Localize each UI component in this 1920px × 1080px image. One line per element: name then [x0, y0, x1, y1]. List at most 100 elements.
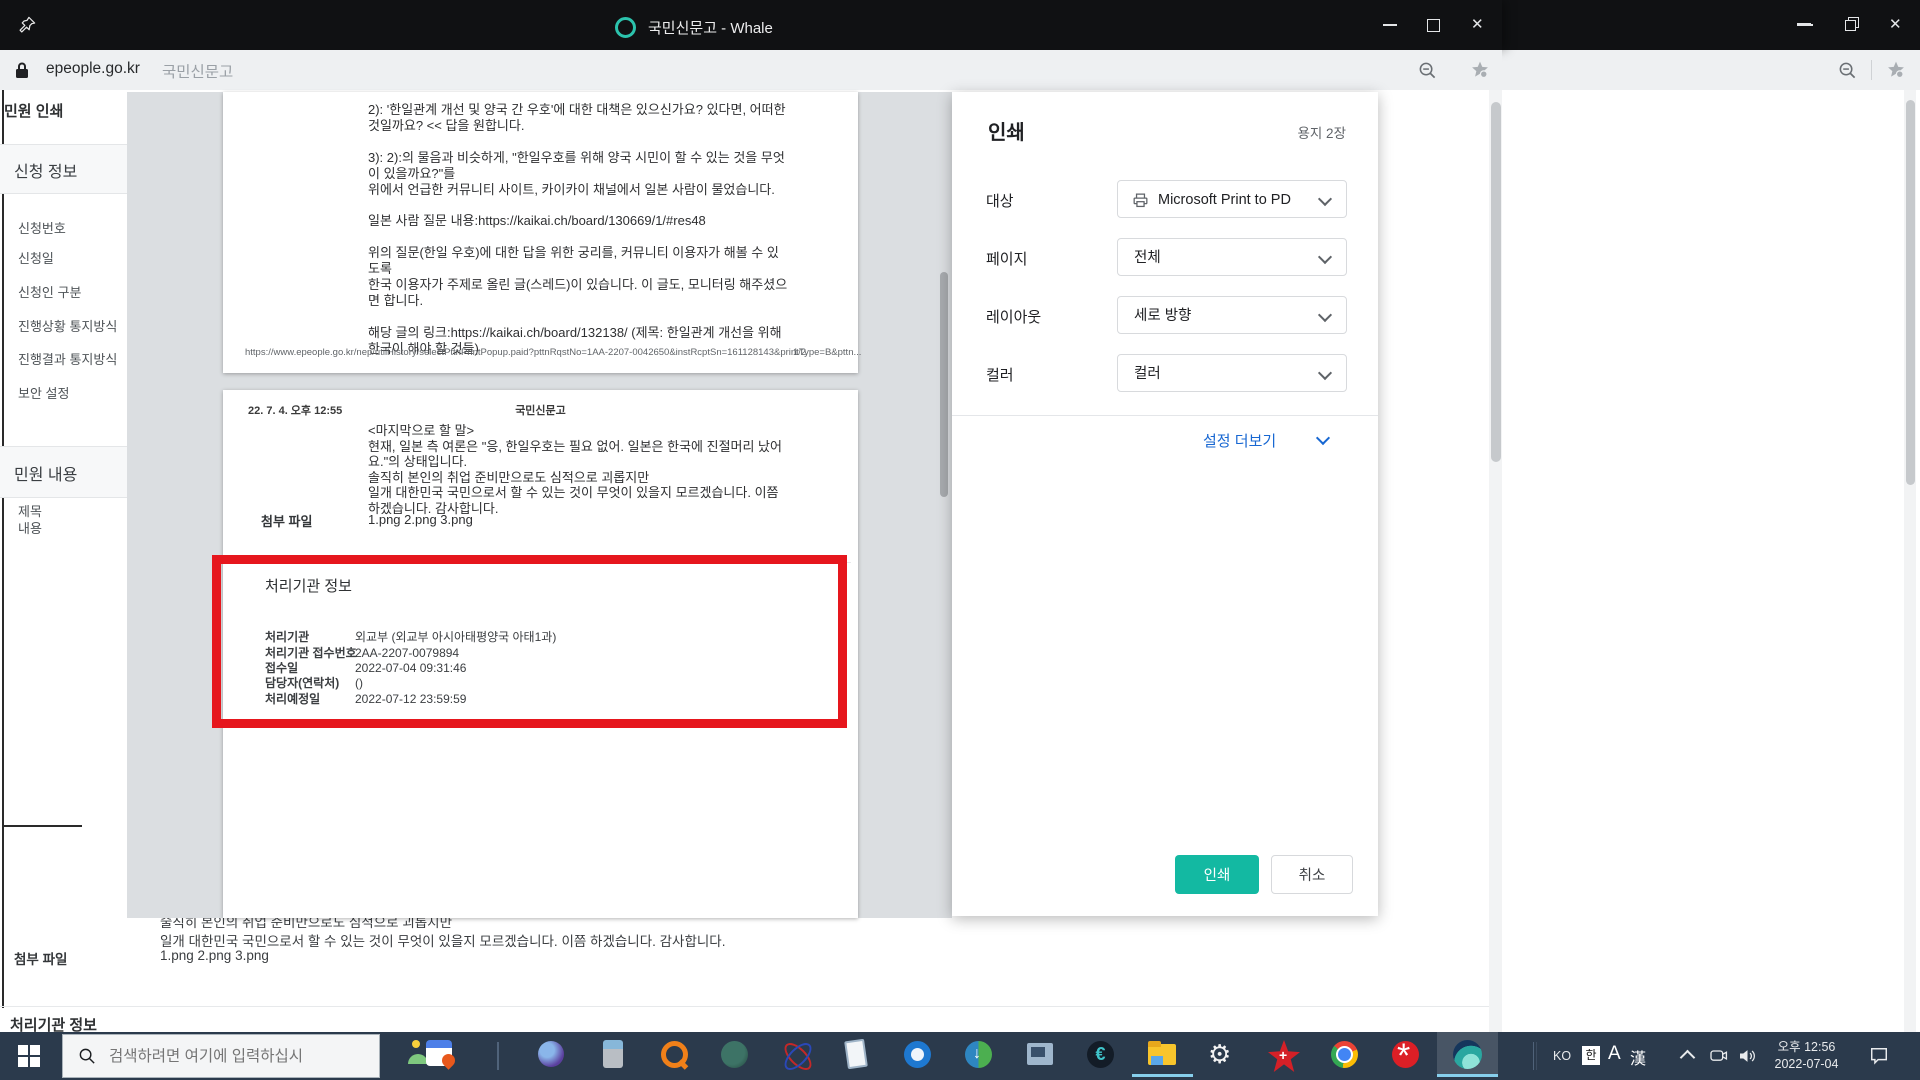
taskbar-app-blue-circle[interactable]	[888, 1032, 949, 1077]
tray-chevron-up-icon[interactable]	[1679, 1049, 1696, 1066]
taskbar-app-file-explorer[interactable]	[1132, 1032, 1193, 1077]
more-settings-label: 설정 더보기	[1203, 433, 1277, 450]
widget-hill-icon	[408, 1054, 428, 1064]
settings-gear-icon: ⚙	[1208, 1039, 1232, 1069]
destination-value: Microsoft Print to PD	[1158, 192, 1291, 208]
maximize-button[interactable]	[1427, 19, 1440, 32]
taskbar-app-red-star[interactable]: +	[1254, 1032, 1315, 1077]
file-explorer-icon	[1151, 1056, 1163, 1065]
preview-line: 일개 대한민국 국민으로서 할 수 있는 것이 무엇이 있을지 모르겠습니다. …	[368, 485, 779, 501]
zoom-out-icon[interactable]	[1838, 61, 1857, 80]
chevron-down-icon	[1315, 430, 1331, 446]
section-title-application-info: 신청 정보	[14, 164, 78, 181]
lock-icon	[16, 62, 28, 78]
preview-scrollbar-thumb[interactable]	[940, 272, 948, 497]
taskbar-app-atom[interactable]	[766, 1032, 827, 1077]
back-window-scrollbar[interactable]	[1904, 90, 1916, 1032]
front-window-scrollbar[interactable]	[1489, 90, 1502, 1032]
news-widget-button[interactable]	[408, 1038, 464, 1074]
tray-ime-hangul[interactable]: 한	[1582, 1046, 1600, 1065]
taskbar-app-editor[interactable]	[1010, 1032, 1071, 1077]
sidebar-item-content: 내용	[18, 521, 42, 536]
preview-line: 것일까요? << 답을 원합니다.	[368, 117, 525, 133]
preview-page2-text: <마지막으로 할 말> 현재, 일본 측 여론은 "응, 한일우호는 필요 없어…	[368, 423, 848, 517]
back-minimize-button[interactable]	[1797, 23, 1811, 26]
color-select[interactable]: 컬러	[1117, 354, 1347, 392]
zoom-out-icon[interactable]	[1418, 61, 1437, 80]
bookmark-whale-star-icon[interactable]	[1470, 60, 1490, 80]
notification-center-icon[interactable]	[1868, 1046, 1890, 1066]
taskbar-app-disc-burner[interactable]	[522, 1032, 583, 1077]
preview-attachment-files: 1.png 2.png 3.png	[368, 512, 473, 527]
bookmark-whale-star-icon[interactable]	[1886, 60, 1906, 80]
urlbar-domain[interactable]: epeople.go.kr	[46, 60, 140, 78]
taskbar-app-search-tool[interactable]	[644, 1032, 705, 1077]
preview-line: 요."의 상태입니다.	[368, 454, 468, 470]
whale-logo-icon	[615, 17, 636, 38]
windows-logo-icon	[18, 1045, 28, 1055]
preview-line: 솔직히 본인의 취업 준비만으로도 심적으로 괴롭지만	[368, 469, 650, 485]
chrome-icon	[1336, 1046, 1353, 1063]
back-scrollbar-thumb[interactable]	[1905, 100, 1915, 485]
close-button[interactable]: ✕	[1471, 17, 1484, 32]
sheet-count: 용지 2장	[1297, 126, 1346, 141]
taskbar-app-settings[interactable]: ⚙	[1193, 1032, 1254, 1077]
taskbar-app-download-manager[interactable]: ↓	[949, 1032, 1010, 1077]
front-scrollbar-thumb[interactable]	[1490, 102, 1501, 462]
red-annotation-box	[212, 555, 847, 728]
taskbar-app-chrome[interactable]	[1315, 1032, 1376, 1077]
taskbar-search[interactable]	[62, 1034, 380, 1078]
calculator-icon	[603, 1040, 623, 1068]
preview-footer-page-number: 1/2	[793, 347, 807, 358]
chevron-down-icon	[1317, 249, 1333, 265]
preview-line	[368, 134, 848, 150]
taskbar-app-whale-browser-active[interactable]	[1437, 1032, 1498, 1077]
preview-line: 위에서 언급한 커뮤니티 사이트, 카이카이 채널에서 일본 사람이 물었습니다…	[368, 181, 775, 197]
blue-circle-app-icon	[911, 1048, 924, 1061]
divider	[0, 1006, 1489, 1007]
preview-line: 3): 2):의 물음과 비슷하게, "한일우호를 위해 양국 시민이 할 수 …	[368, 149, 785, 165]
tray-ime-alpha[interactable]: A	[1608, 1043, 1621, 1065]
more-settings-link[interactable]: 설정 더보기	[1203, 430, 1331, 451]
file-explorer-icon	[1148, 1041, 1161, 1047]
search-input[interactable]	[107, 1041, 371, 1073]
tray-divider	[1536, 1042, 1537, 1070]
chevron-down-icon	[1317, 191, 1333, 207]
color-value: 컬러	[1134, 366, 1161, 382]
tray-clock[interactable]: 오후 12:56 2022-07-04	[1765, 1038, 1848, 1073]
pin-icon[interactable]	[18, 15, 37, 34]
front-urlbar[interactable]: epeople.go.kr 국민신문고	[0, 50, 1502, 91]
preview-line: 일본 사람 질문 내용:https://kaikai.ch/board/1306…	[368, 213, 706, 229]
back-close-button[interactable]: ✕	[1889, 17, 1902, 32]
destination-select[interactable]: Microsoft Print to PD	[1117, 180, 1347, 218]
cancel-button[interactable]: 취소	[1271, 855, 1353, 894]
tray-ime-lang[interactable]: KO	[1553, 1049, 1571, 1063]
taskbar-app-red-asterisk[interactable]: *	[1376, 1032, 1437, 1077]
start-button[interactable]	[0, 1032, 58, 1080]
page-bottom-line: 일개 대한민국 국민으로서 할 수 있는 것이 무엇이 있을지 모르겠습니다. …	[160, 934, 726, 949]
preview-attachment-label: 첨부 파일	[261, 514, 313, 529]
disc-burner-icon	[538, 1041, 564, 1067]
taskbar-app-notepad[interactable]	[827, 1032, 888, 1077]
preview-line: 면 합니다.	[368, 292, 424, 308]
tray-capture-icon[interactable]	[1708, 1046, 1729, 1066]
layout-value: 세로 방향	[1134, 308, 1192, 324]
toolbar-divider	[1871, 60, 1872, 80]
preview-line	[368, 309, 848, 325]
taskbar-app-globe[interactable]	[705, 1032, 766, 1077]
back-window-toolbar	[1502, 50, 1920, 91]
taskbar-app-calculator[interactable]	[583, 1032, 644, 1077]
attachment-files[interactable]: 1.png 2.png 3.png	[160, 948, 269, 963]
taskbar-app-currency-tool[interactable]: €	[1071, 1032, 1132, 1077]
tray-volume-icon[interactable]	[1737, 1046, 1758, 1066]
minimize-button[interactable]	[1383, 24, 1397, 26]
print-button[interactable]: 인쇄	[1175, 855, 1259, 894]
layout-select[interactable]: 세로 방향	[1117, 296, 1347, 334]
tray-ime-hanja[interactable]: 漢	[1630, 1045, 1646, 1069]
preview-page-1: 2): '한일관계 개선 및 양국 간 우호'에 대한 대책은 있으신가요? 있…	[223, 92, 862, 373]
widget-sun-icon	[412, 1040, 420, 1048]
sidebar-item-result-notify: 진행결과 통지방식	[18, 352, 118, 367]
pages-select[interactable]: 전체	[1117, 238, 1347, 276]
preview-footer-url: https://www.epeople.go.kr/nep/utilHistor…	[245, 347, 862, 358]
red-star-cross-icon: +	[1279, 1047, 1288, 1063]
